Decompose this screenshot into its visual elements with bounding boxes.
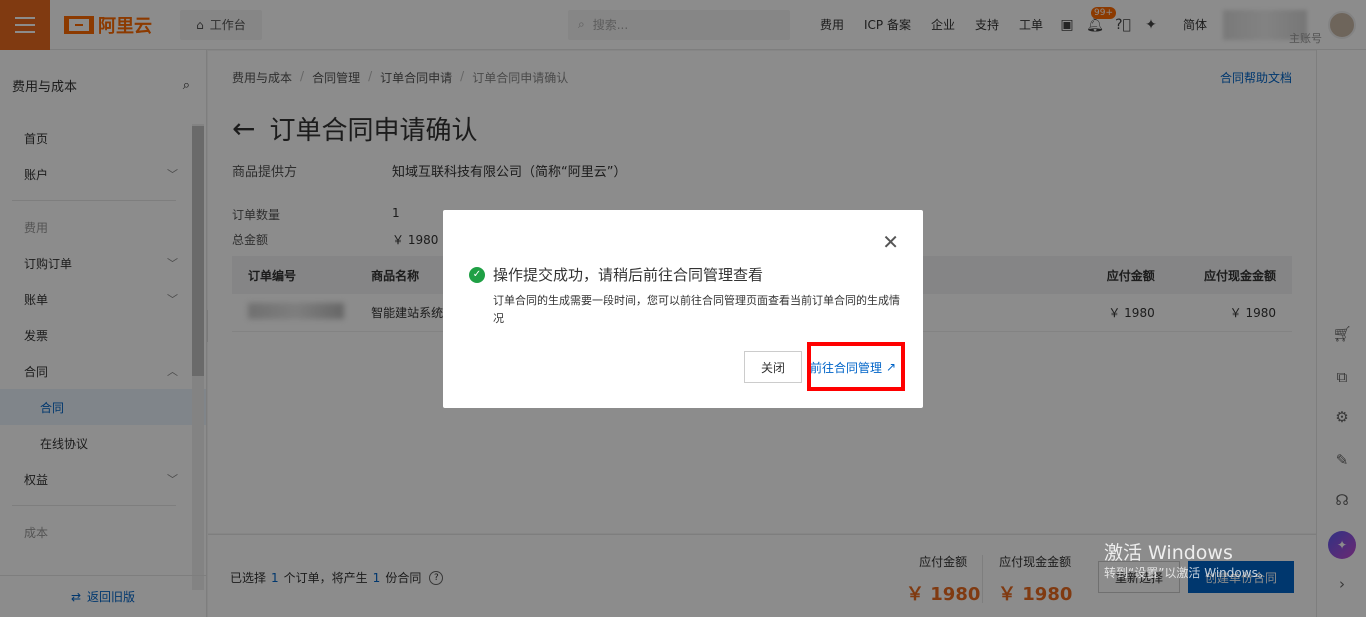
success-check-icon: ✓ [469, 266, 485, 283]
close-icon[interactable]: ✕ [882, 232, 899, 252]
windows-activation-watermark: 激活 Windows [1104, 542, 1233, 564]
dialog-description: 订单合同的生成需要一段时间，您可以前往合同管理页面查看当前订单合同的生成情况 [493, 294, 900, 325]
highlight-box [807, 342, 905, 391]
success-dialog: ✕ ✓ 操作提交成功，请稍后前往合同管理查看 订单合同的生成需要一段时间，您可以… [443, 210, 923, 408]
dialog-close-button[interactable]: 关闭 [744, 351, 802, 383]
windows-activation-hint: 转到“设置”以激活 Windows。 [1104, 566, 1270, 580]
dialog-title: ✓ 操作提交成功，请稍后前往合同管理查看 [469, 264, 763, 285]
dialog-title-text: 操作提交成功，请稍后前往合同管理查看 [493, 266, 764, 284]
